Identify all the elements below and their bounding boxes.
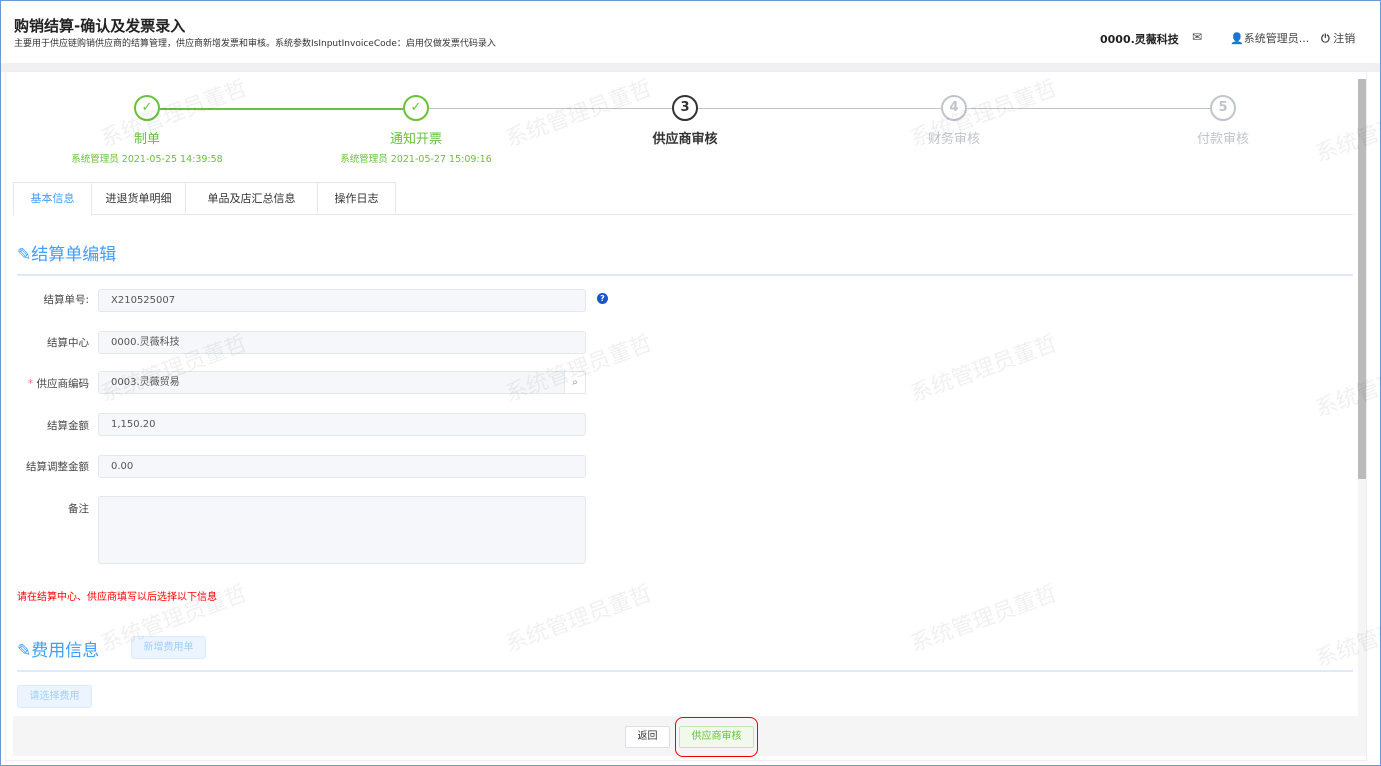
step-4-number: 4	[941, 95, 967, 121]
edit-icon: ✎	[17, 245, 32, 265]
step-3-number: 3	[672, 95, 698, 121]
step-connector	[160, 108, 403, 110]
step-connector	[967, 108, 1210, 109]
page-title: 购销结算-确认及发票录入	[14, 17, 186, 35]
supplier-code-input[interactable]: 0003.灵薇贸易	[98, 371, 586, 394]
scrollbar-thumb[interactable]	[1358, 79, 1366, 479]
step-3-label: 供应商审核	[652, 132, 718, 147]
tab-operation-log[interactable]: 操作日志	[317, 182, 396, 215]
step-1-label: 制单	[133, 132, 160, 147]
back-button[interactable]: 返回	[625, 726, 670, 748]
settlement-amount-input[interactable]: 1,150.20	[98, 413, 586, 436]
tab-order-details[interactable]: 进退货单明细	[91, 182, 186, 215]
supplier-approve-button[interactable]: 供应商审核	[679, 726, 754, 748]
mail-icon[interactable]: ✉	[1192, 30, 1202, 44]
user-name: 系统管理员...	[1243, 32, 1310, 45]
field-label: 结算调整金额	[26, 461, 89, 473]
add-fee-button[interactable]: 新增费用单	[131, 636, 206, 659]
tab-basic-info[interactable]: 基本信息	[13, 182, 92, 216]
step-1-check-icon: ✓	[134, 95, 160, 121]
step-2-check-icon: ✓	[403, 95, 429, 121]
settlement-number-input[interactable]: X210525007	[98, 289, 586, 312]
tab-summary[interactable]: 单品及店汇总信息	[185, 182, 318, 215]
section-divider	[17, 274, 1353, 276]
field-label: 结算中心	[47, 337, 89, 349]
step-2-label: 通知开票	[389, 132, 442, 147]
select-fee-button[interactable]: 请选择费用	[17, 685, 92, 708]
section-title: 费用信息	[31, 641, 100, 661]
power-icon: ⏻	[1321, 32, 1330, 45]
step-2-info: 系统管理员 2021-05-27 15:09:16	[340, 154, 492, 165]
field-label: * 供应商编码	[9, 376, 89, 391]
field-label: 备注	[68, 503, 89, 515]
adjust-amount-input[interactable]: 0.00	[98, 455, 586, 478]
section-settlement-edit: ✎结算单编辑	[17, 240, 116, 265]
logout-button[interactable]: ⏻ 注销	[1321, 30, 1355, 46]
settlement-center-input[interactable]: 0000.灵薇科技	[98, 331, 586, 354]
supplier-code-label: 供应商编码	[36, 378, 90, 390]
page-subtitle: 主要用于供应链购销供应商的结算管理，供应商新增发票和审核。系统参数IsInput…	[14, 39, 496, 49]
section-fees: ✎费用信息	[17, 636, 99, 661]
help-icon[interactable]: ?	[597, 293, 608, 304]
edit-icon: ✎	[17, 641, 32, 661]
hint-text: 请在结算中心、供应商填写以后选择以下信息	[17, 592, 217, 603]
required-mark: *	[27, 378, 37, 390]
header: 购销结算-确认及发票录入 主要用于供应链购销供应商的结算管理，供应商新增发票和审…	[1, 1, 1380, 63]
org-name[interactable]: 0000.灵薇科技	[1100, 31, 1179, 47]
remark-textarea[interactable]	[98, 496, 586, 564]
step-connector	[698, 108, 941, 109]
user-icon: 👤	[1230, 32, 1244, 45]
search-icon[interactable]: ⌕	[564, 371, 586, 394]
step-5-label: 付款审核	[1196, 132, 1249, 147]
field-label: 结算单号:	[43, 294, 89, 306]
step-5-number: 5	[1210, 95, 1236, 121]
logout-label: 注销	[1333, 32, 1356, 45]
step-1-info: 系统管理员 2021-05-25 14:39:58	[71, 154, 223, 165]
section-title: 结算单编辑	[31, 245, 117, 265]
step-4-label: 财务审核	[927, 132, 980, 147]
field-label: 结算金额	[47, 420, 89, 432]
user-menu[interactable]: 👤系统管理员...	[1230, 30, 1309, 46]
step-connector	[429, 108, 672, 109]
tab-divider	[13, 214, 1353, 215]
section-divider	[17, 670, 1353, 672]
